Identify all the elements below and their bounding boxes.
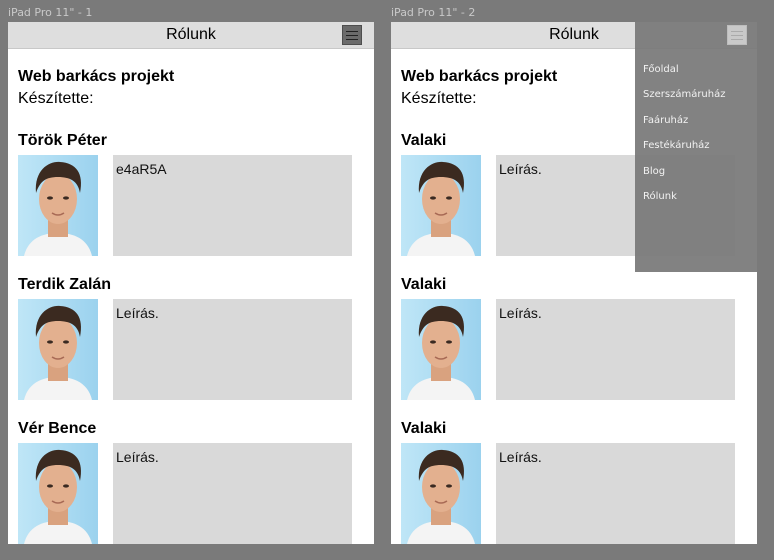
author-label: Készítette: [18,90,94,107]
page-title: Rólunk [166,26,216,43]
member-description: Leírás. [113,299,352,400]
frame-label: iPad Pro 11" - 1 [8,6,93,19]
menu-icon[interactable] [727,25,747,45]
menu-item-szerszamaruhaz[interactable]: Szerszámáruház [643,89,725,100]
member-photo [18,299,98,400]
frame-label: iPad Pro 11" - 2 [391,6,476,19]
artboard-1: Rólunk Web barkács projekt Készítette: T… [8,22,374,544]
member-description: Leírás. [496,443,735,544]
member-description: Leírás. [113,443,352,544]
author-label: Készítette: [401,90,477,107]
nav-menu-panel: Főoldal Szerszámáruház Faáruház Festékár… [635,22,757,272]
menu-icon[interactable] [342,25,362,45]
header-bar: Rólunk [8,22,374,49]
artboard-2: Rólunk Web barkács projekt Készítette: V… [391,22,757,544]
member-name: Valaki [401,132,447,149]
member-photo [401,155,481,256]
member-name: Valaki [401,276,447,293]
menu-item-fooldal[interactable]: Főoldal [643,64,679,75]
member-photo [18,155,98,256]
member-name: Terdik Zalán [18,276,112,293]
project-title: Web barkács projekt [18,68,175,85]
member-name: Vér Bence [18,420,97,437]
member-photo [18,443,98,544]
menu-item-blog[interactable]: Blog [643,166,665,177]
member-photo [401,443,481,544]
project-title: Web barkács projekt [401,68,558,85]
member-photo [401,299,481,400]
menu-item-rolunk[interactable]: Rólunk [643,191,677,202]
menu-item-festekaruhaz[interactable]: Festékáruház [643,140,710,151]
member-name: Török Péter [18,132,107,149]
menu-item-faaruhaz[interactable]: Faáruház [643,115,688,126]
member-description: e4aR5A [113,155,352,256]
member-name: Valaki [401,420,447,437]
member-description: Leírás. [496,299,735,400]
